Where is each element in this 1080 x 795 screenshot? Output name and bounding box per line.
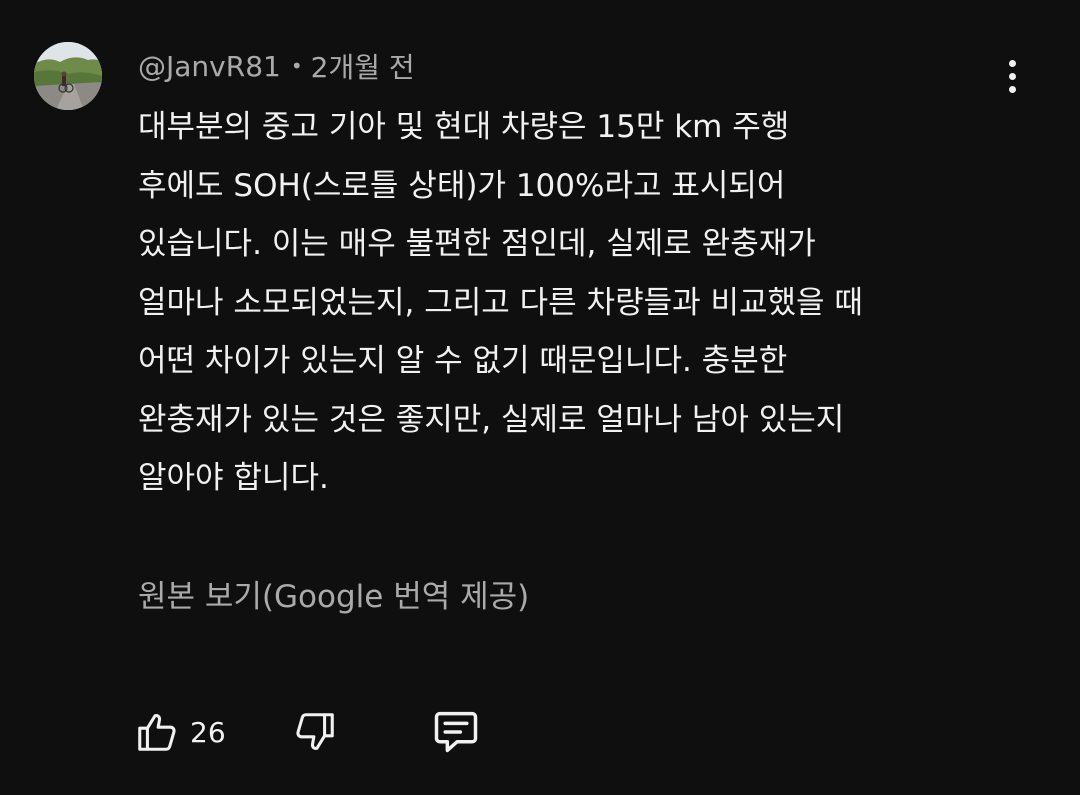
comment-actions: 26	[134, 705, 534, 759]
comment-text-line: 후에도 SOH(스로틀 상태)가 100%라고 표시되어	[138, 167, 786, 204]
dislike-button[interactable]	[292, 705, 338, 759]
see-original-link[interactable]: 원본 보기(Google 번역 제공)	[138, 572, 529, 622]
comment-icon	[434, 711, 478, 753]
more-options-button[interactable]	[994, 52, 1030, 100]
thumbs-up-icon	[138, 714, 176, 751]
author-handle[interactable]: @JanvR81	[138, 50, 281, 83]
meta-separator: •	[290, 54, 303, 78]
comment-text-line: 얼마나 소모되었는지, 그리고 다른 차량들과 비교했을 때	[138, 284, 863, 321]
comment-text-line: 완충재가 있는 것은 좋지만, 실제로 얼마나 남아 있는지	[138, 401, 845, 438]
comment-meta: @JanvR81 • 2개월 전	[138, 46, 415, 86]
avatar[interactable]	[34, 42, 102, 110]
comment-text-line: 어떤 차이가 있는지 알 수 없기 때문입니다. 충분한	[138, 343, 788, 379]
more-vertical-icon-dot	[1008, 72, 1016, 80]
more-vertical-icon-dot	[1008, 85, 1016, 93]
like-button[interactable]: 26	[134, 705, 226, 759]
comment-text-line: 있습니다. 이는 매우 불편한 점인데, 실제로 완충재가	[138, 226, 816, 262]
comment-text-line: 알아야 합니다.	[138, 460, 329, 496]
comment-time: 2개월 전	[310, 51, 415, 84]
thumbs-down-icon	[296, 713, 334, 750]
comment-text-line: 대부분의 중고 기아 및 현대 차량은 15만 km 주행	[138, 109, 790, 145]
like-count: 26	[190, 715, 226, 749]
reply-button[interactable]	[430, 705, 482, 759]
comment-text: 대부분의 중고 기아 및 현대 차량은 15만 km 주행 후에도 SOH(스로…	[138, 98, 1038, 508]
comment-item: @JanvR81 • 2개월 전 대부분의 중고 기아 및 현대 차량은 15만…	[0, 0, 1080, 795]
more-vertical-icon	[1008, 59, 1016, 67]
avatar-photo	[34, 42, 102, 110]
